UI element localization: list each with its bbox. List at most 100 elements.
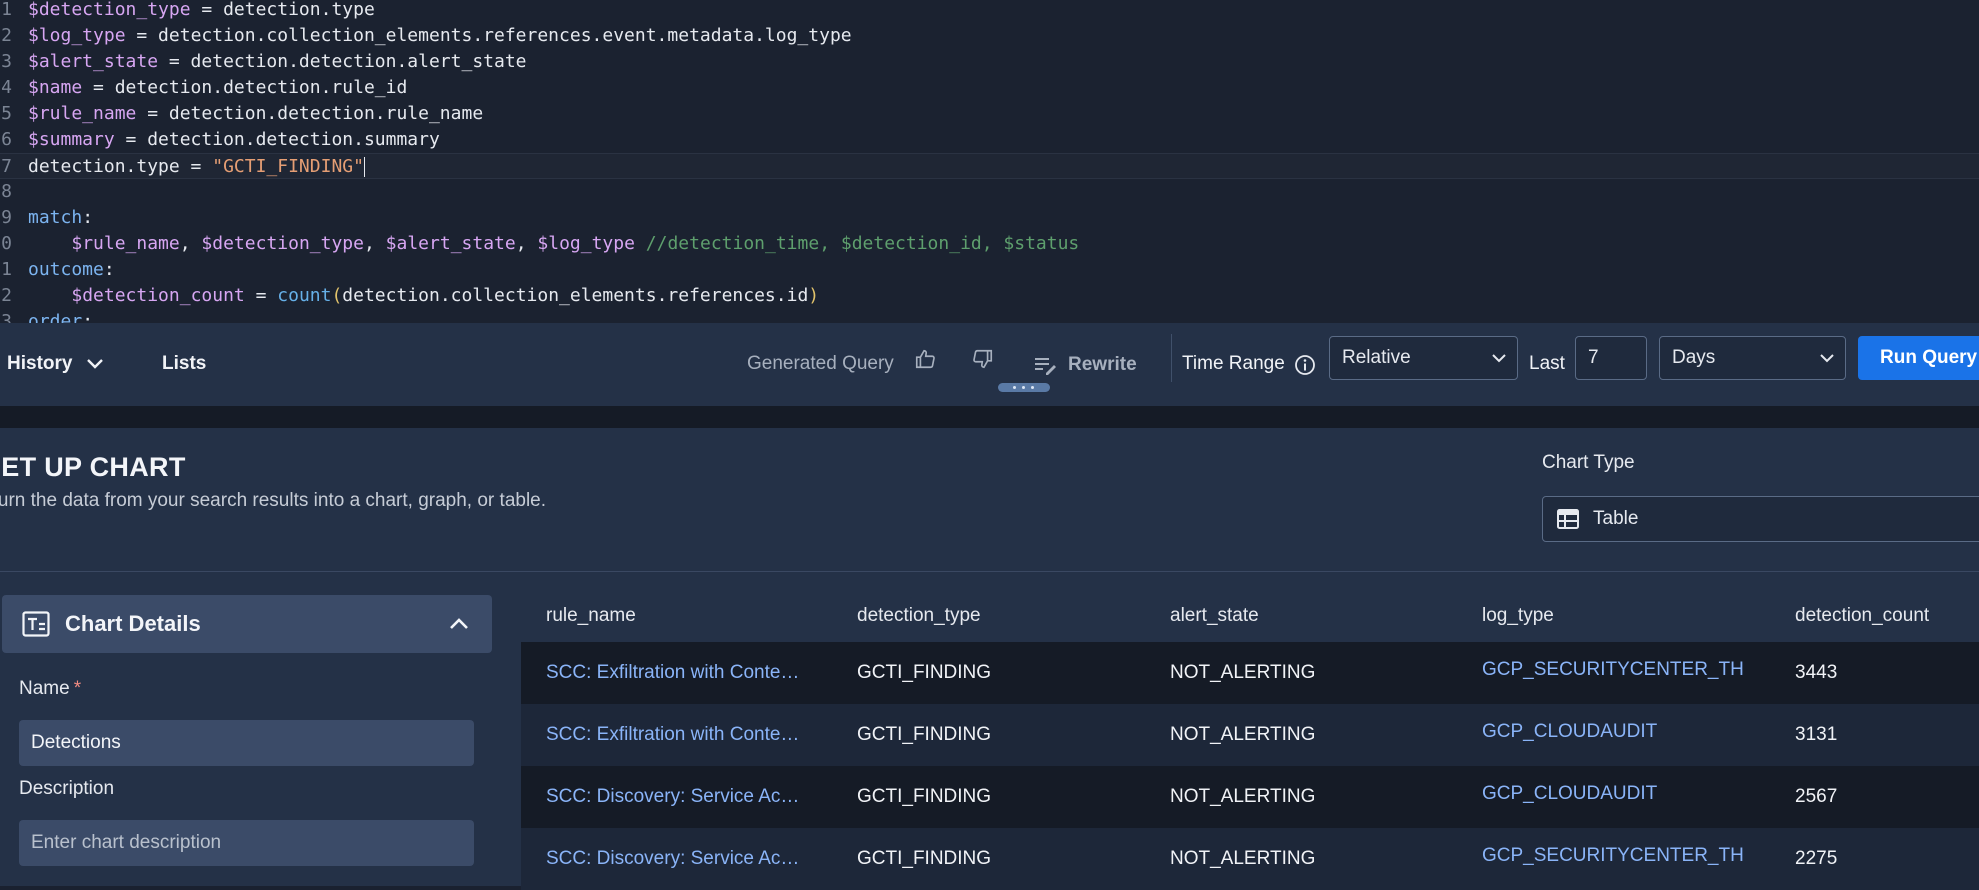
code-text: outcome:	[28, 259, 115, 280]
cell-log-type[interactable]: GCP_CLOUDAUDIT	[1482, 766, 1744, 822]
code-text: $rule_name = detection.detection.rule_na…	[28, 103, 484, 124]
last-value: 7	[1588, 347, 1599, 368]
last-value-input[interactable]: 7	[1575, 336, 1647, 380]
rewrite-label: Rewrite	[1068, 354, 1137, 375]
code-line[interactable]: 1 $detection_type = detection.type	[0, 0, 1979, 23]
chevron-down-icon	[1819, 337, 1835, 379]
cell-detection-type: GCTI_FINDING	[857, 724, 992, 745]
line-number: 3	[1, 51, 12, 72]
setup-title: SET UP CHART	[0, 452, 186, 482]
code-line[interactable]: 8	[0, 179, 1979, 205]
table-row[interactable]: SCC: Discovery: Service Account Self-Inv…	[521, 828, 1979, 890]
code-line[interactable]: 5 $rule_name = detection.detection.rule_n…	[0, 101, 1979, 127]
unit-value: Days	[1672, 347, 1716, 368]
line-number: 0	[1, 233, 12, 254]
code-line[interactable]: 2 $detection_count = count(detection.col…	[0, 283, 1979, 309]
cell-log-type[interactable]: GCP_SECURITYCENTER_THREAT	[1482, 642, 1744, 698]
line-number: 6	[1, 129, 12, 150]
code-text: $summary = detection.detection.summary	[28, 129, 440, 150]
chart-description-input[interactable]: Enter chart description	[19, 820, 474, 866]
rewrite-button[interactable]: Rewrite	[1033, 347, 1137, 381]
divider	[0, 571, 1979, 572]
name-label: Name *	[19, 678, 82, 699]
line-number: 1	[1, 0, 12, 20]
cell-detection-count: 3131	[1795, 724, 1838, 745]
run-query-button[interactable]: Run Query	[1858, 336, 1979, 380]
code-text: $alert_state = detection.detection.alert…	[28, 51, 527, 72]
code-line[interactable]: 3 $alert_state = detection.detection.aler…	[0, 49, 1979, 75]
code-text: order:	[28, 311, 94, 323]
cell-detection-count: 2567	[1795, 786, 1838, 807]
column-header-detection-type[interactable]: detection_type	[857, 590, 981, 642]
resize-handle[interactable]	[998, 383, 1050, 392]
chart-type-label: Chart Type	[1542, 452, 1635, 473]
cell-detection-type: GCTI_FINDING	[857, 848, 992, 869]
info-icon[interactable]	[1294, 347, 1316, 381]
line-number: 4	[1, 77, 12, 98]
edit-lines-icon	[1035, 358, 1056, 376]
table-icon	[1557, 509, 1579, 529]
table-row[interactable]: SCC: Exfiltration with Content Transfer G…	[521, 704, 1979, 766]
code-line[interactable]: 6 $summary = detection.detection.summary	[0, 127, 1979, 153]
cell-log-type[interactable]: GCP_CLOUDAUDIT	[1482, 704, 1744, 760]
cell-log-type[interactable]: GCP_SECURITYCENTER_THREAT	[1482, 828, 1744, 884]
range-mode-value: Relative	[1342, 347, 1411, 368]
chart-details-title: Chart Details	[65, 611, 201, 636]
chart-details-header[interactable]: Chart Details	[2, 595, 492, 653]
query-editor[interactable]: 1 $detection_type = detection.type 2 $log_t…	[0, 0, 1979, 323]
line-number: 1	[1, 259, 12, 280]
code-line[interactable]: 1 outcome:	[0, 257, 1979, 283]
code-text: match:	[28, 207, 94, 228]
chart-type-value: Table	[1593, 508, 1639, 529]
code-text: detection.type = "GCTI_FINDING"	[28, 156, 365, 177]
thumbs-down-icon[interactable]	[972, 347, 994, 381]
time-range-label: Time Range	[1182, 353, 1285, 374]
cell-detection-type: GCTI_FINDING	[857, 662, 992, 683]
lists-button[interactable]: Lists	[162, 347, 206, 381]
line-number: 7	[1, 156, 12, 177]
cell-detection-count: 2275	[1795, 848, 1838, 869]
chart-name-input[interactable]: Detections	[19, 720, 474, 766]
code-text: $detection_type = detection.type	[28, 0, 375, 20]
column-header-detection-count[interactable]: detection_count	[1795, 590, 1929, 642]
cell-alert-state: NOT_ALERTING	[1170, 848, 1316, 869]
chevron-up-icon[interactable]	[448, 613, 470, 635]
history-button[interactable]: History	[7, 347, 104, 381]
toolbar-divider	[1171, 334, 1172, 382]
code-text: $log_type = detection.collection_element…	[28, 25, 852, 46]
cell-rule-name[interactable]: SCC: Exfiltration with Content Transfer	[546, 642, 801, 704]
cell-detection-type: GCTI_FINDING	[857, 786, 992, 807]
cell-rule-name[interactable]: SCC: Exfiltration with Content Transfer	[546, 704, 801, 766]
cell-detection-count: 3443	[1795, 662, 1838, 683]
thumbs-up-icon[interactable]	[914, 347, 936, 381]
setup-subtitle: Turn the data from your search results i…	[0, 490, 547, 511]
range-mode-select[interactable]: Relative	[1329, 336, 1518, 380]
chart-type-select[interactable]: Table	[1542, 496, 1979, 542]
column-header-log-type[interactable]: log_type	[1482, 590, 1554, 642]
cell-rule-name[interactable]: SCC: Discovery: Service Account Self-Inv…	[546, 828, 801, 890]
code-line[interactable]: 4 $name = detection.detection.rule_id	[0, 75, 1979, 101]
text-cursor	[363, 157, 365, 177]
code-line[interactable]: 9 match:	[0, 205, 1979, 231]
column-header-alert-state[interactable]: alert_state	[1170, 590, 1259, 642]
table-header: rule_name detection_type alert_state log…	[521, 590, 1979, 642]
unit-select[interactable]: Days	[1659, 336, 1846, 380]
column-header-rule-name[interactable]: rule_name	[546, 590, 636, 642]
code-line[interactable]: 2 $log_type = detection.collection_elemen…	[0, 23, 1979, 49]
last-label: Last	[1529, 353, 1565, 374]
cell-alert-state: NOT_ALERTING	[1170, 662, 1316, 683]
code-line[interactable]: 7 detection.type = "GCTI_FINDING"	[0, 153, 1979, 179]
table-row[interactable]: SCC: Discovery: Service Account Self-Inv…	[521, 766, 1979, 828]
line-number: 3	[1, 311, 12, 323]
line-number: 9	[1, 207, 12, 228]
section-separator	[0, 406, 1979, 428]
description-label: Description	[19, 778, 115, 799]
cell-rule-name[interactable]: SCC: Discovery: Service Account Self-Inv…	[546, 766, 801, 828]
history-label: History	[7, 353, 73, 374]
code-line[interactable]: 3 order:	[0, 309, 1979, 323]
table-row[interactable]: SCC: Exfiltration with Content Transfer G…	[521, 642, 1979, 704]
line-number: 2	[1, 25, 12, 46]
code-line[interactable]: 0 $rule_name, $detection_type, $alert_st…	[0, 231, 1979, 257]
code-text: $name = detection.detection.rule_id	[28, 77, 408, 98]
chevron-down-icon	[86, 359, 103, 369]
